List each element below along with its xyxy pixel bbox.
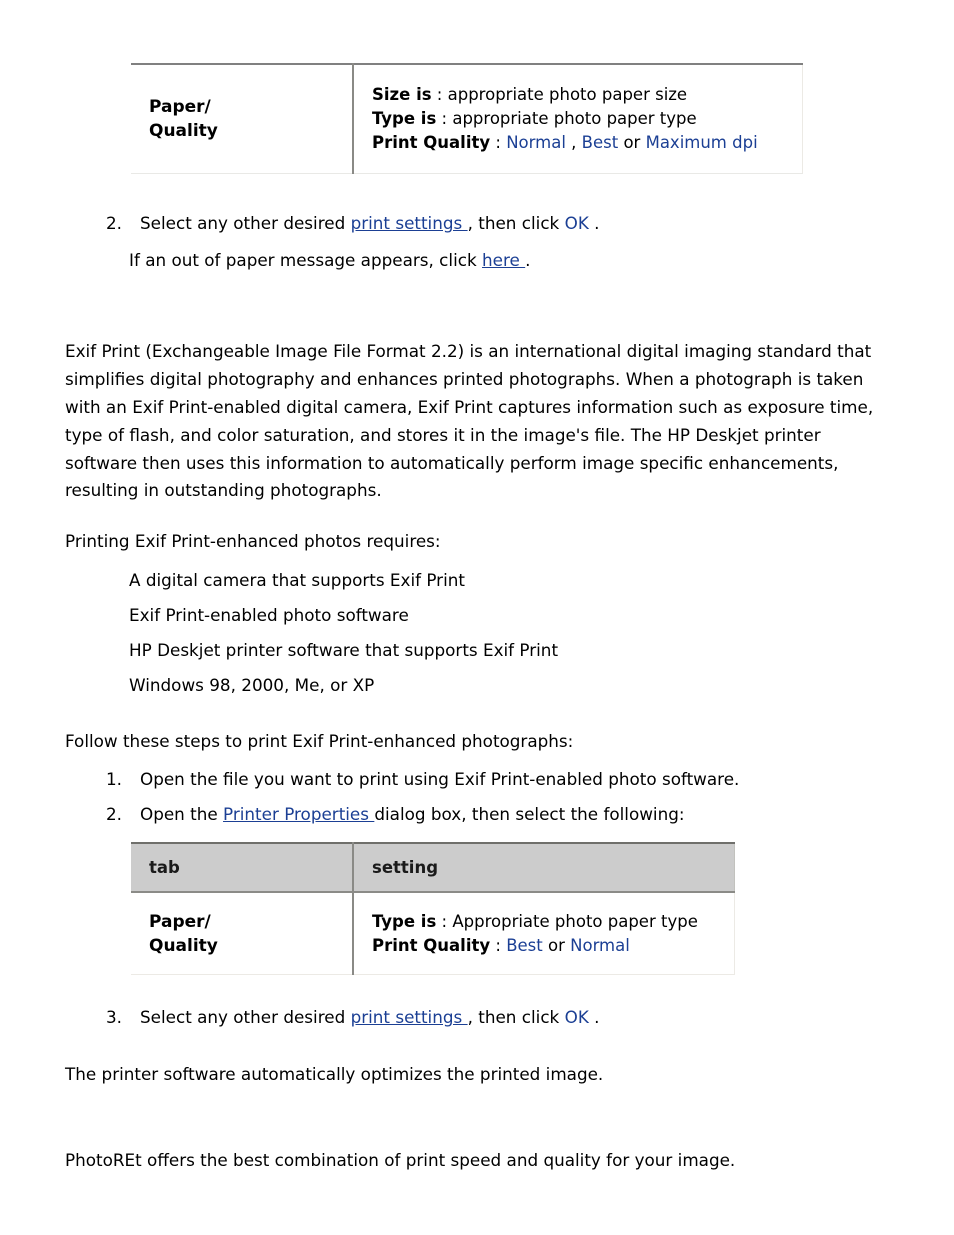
- step-item-select-print-settings-top: 2. Select any other desired print settin…: [96, 210, 796, 237]
- paper-quality-settings-table-top: Paper/ Quality Size is : appropriate pho…: [131, 62, 803, 174]
- setting-value-type: Appropriate photo paper type: [452, 912, 698, 932]
- setting-label-type-is: Type is: [372, 108, 437, 128]
- step-item-open-printer-properties: 2. Open the Printer Properties dialog bo…: [96, 801, 876, 828]
- table-header-setting: setting: [353, 841, 735, 894]
- link-ok[interactable]: OK: [565, 1007, 589, 1027]
- exif-print-description-paragraph: Exif Print (Exchangeable Image File Form…: [65, 341, 874, 501]
- step-text-before: Open the: [140, 804, 224, 824]
- setting-separator-or: or: [542, 935, 571, 955]
- step-number: 1.: [105, 769, 122, 789]
- step-text-middle: , then click: [467, 1007, 565, 1027]
- setting-separator: :: [436, 108, 453, 128]
- note-out-of-paper: If an out of paper message appears, clic…: [129, 247, 829, 275]
- setting-separator: :: [436, 912, 453, 932]
- setting-label-type-is: Type is: [372, 912, 437, 932]
- link-print-quality-normal[interactable]: Normal: [506, 133, 566, 152]
- list-item-requirement-software: Exif Print-enabled photo software: [129, 605, 409, 625]
- step-number: 3.: [105, 1007, 122, 1027]
- setting-line-size: Size is : appropriate photo paper size: [372, 83, 792, 107]
- table-cell-tab: Paper/ Quality: [131, 62, 354, 174]
- link-printer-properties[interactable]: Printer Properties: [223, 804, 374, 824]
- list-item-requirement-camera: A digital camera that supports Exif Prin…: [129, 570, 465, 590]
- setting-line-print-quality: Print Quality : Normal , Best or Maximum…: [372, 131, 792, 155]
- step-text-middle: , then click: [467, 213, 565, 233]
- setting-label-size-is: Size is: [372, 85, 432, 104]
- setting-value-type: appropriate photo paper type: [452, 108, 697, 128]
- note-text-after: .: [525, 250, 531, 270]
- table-cell-setting: Type is : Appropriate photo paper type P…: [353, 892, 735, 976]
- step-text: Open the file you want to print using Ex…: [140, 769, 740, 789]
- step-number: 2.: [105, 804, 122, 824]
- table-cell-tab: Paper/ Quality: [131, 892, 354, 976]
- link-here[interactable]: here: [482, 250, 525, 270]
- setting-separator: :: [490, 132, 507, 152]
- step-text-after: .: [588, 1007, 600, 1027]
- step-text: Open the Printer Properties dialog box, …: [140, 801, 876, 828]
- link-ok[interactable]: OK: [565, 213, 589, 233]
- paper-quality-settings-table-bottom: tab setting Paper/ Quality Type is : App…: [131, 841, 735, 976]
- link-print-settings[interactable]: print settings: [351, 213, 468, 233]
- link-print-settings[interactable]: print settings: [351, 1007, 468, 1027]
- link-print-quality-best[interactable]: Best: [582, 133, 619, 152]
- optimize-note-text: The printer software automatically optim…: [65, 1064, 604, 1084]
- photoret-note-text: PhotoREt offers the best combination of …: [65, 1150, 736, 1170]
- setting-label-print-quality: Print Quality: [372, 132, 491, 152]
- list-item-requirement-printer-software: HP Deskjet printer software that support…: [129, 640, 559, 660]
- step-text: Select any other desired print settings …: [140, 210, 796, 237]
- table-header-row: tab setting: [131, 841, 735, 894]
- step-text-after: .: [588, 213, 600, 233]
- step-number: 2.: [105, 213, 122, 233]
- requirements-intro-text: Printing Exif Print-enhanced photos requ…: [65, 531, 441, 551]
- step-item-select-print-settings-bottom: 3. Select any other desired print settin…: [96, 1004, 876, 1031]
- link-print-quality-maximum-dpi[interactable]: Maximum dpi: [646, 133, 758, 152]
- setting-value-size: appropriate photo paper size: [447, 85, 688, 104]
- setting-line-type: Type is : appropriate photo paper type: [372, 107, 792, 131]
- link-print-quality-normal[interactable]: Normal: [570, 936, 630, 955]
- setting-label-print-quality: Print Quality: [372, 935, 491, 955]
- setting-separator: :: [431, 85, 448, 104]
- setting-line-print-quality: Print Quality : Best or Normal: [372, 934, 720, 957]
- step-text: Select any other desired print settings …: [140, 1004, 876, 1031]
- setting-separator-comma: ,: [565, 132, 582, 152]
- setting-line-type: Type is : Appropriate photo paper type: [372, 910, 720, 933]
- follow-steps-intro-text: Follow these steps to print Exif Print-e…: [65, 731, 574, 751]
- tab-name-paper-quality: Paper/ Quality: [149, 96, 218, 141]
- setting-separator: :: [490, 935, 507, 955]
- table-cell-setting: Size is : appropriate photo paper size T…: [353, 62, 803, 174]
- setting-separator-or: or: [618, 132, 646, 152]
- table-row: Paper/ Quality Type is : Appropriate pho…: [131, 892, 735, 976]
- table-header-tab: tab: [131, 841, 354, 894]
- tab-name-paper-quality: Paper/ Quality: [149, 912, 218, 956]
- link-print-quality-best[interactable]: Best: [506, 936, 543, 955]
- step-item-open-file: 1. Open the file you want to print using…: [96, 766, 876, 793]
- document-page: Paper/ Quality Size is : appropriate pho…: [0, 0, 954, 1235]
- step-text-after: dialog box, then select the following:: [374, 804, 685, 824]
- note-text-before: If an out of paper message appears, clic…: [129, 250, 483, 270]
- step-text-before: Select any other desired: [140, 1007, 351, 1027]
- list-item-requirement-windows: Windows 98, 2000, Me, or XP: [129, 675, 375, 695]
- step-text-before: Select any other desired: [140, 213, 351, 233]
- table-row: Paper/ Quality Size is : appropriate pho…: [131, 62, 803, 174]
